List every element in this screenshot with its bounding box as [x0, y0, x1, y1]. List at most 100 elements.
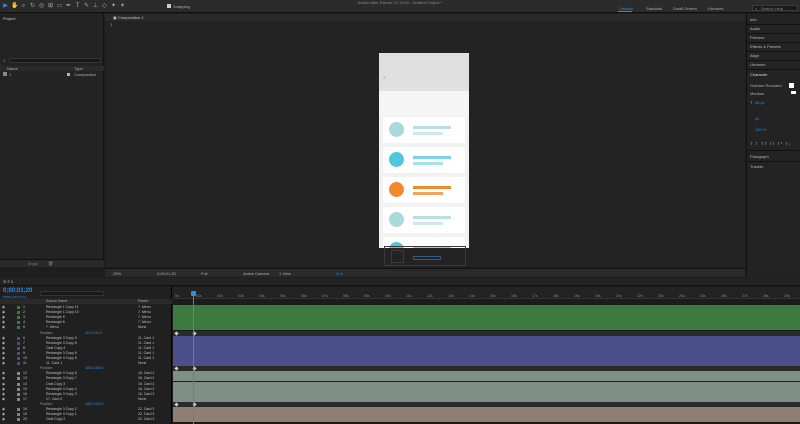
resolution-dropdown[interactable]: Full [201, 271, 207, 276]
label-color-chip[interactable] [17, 351, 20, 355]
panel-info[interactable]: Info [750, 17, 757, 22]
roto-tool-icon[interactable]: ✦ [110, 2, 117, 10]
workspace-small-screen[interactable]: Small Screen [673, 6, 697, 11]
label-color-chip[interactable] [17, 387, 20, 391]
panel-effects-presets[interactable]: Effects & Presets [750, 44, 781, 49]
label-color-chip[interactable] [17, 377, 20, 381]
font-family-dropdown[interactable]: Gotham Rounded [750, 83, 782, 88]
label-color-chip[interactable] [17, 372, 20, 376]
pen-tool-icon[interactable]: ✒ [65, 2, 72, 10]
source-name-header[interactable]: Source Name [46, 299, 67, 303]
faux-styles-row[interactable]: T T TT Tt T¹ T₁ [750, 141, 791, 146]
font-size-value[interactable]: 48 px [755, 100, 765, 105]
label-color-chip[interactable] [17, 336, 20, 340]
keyframe-icon[interactable] [174, 366, 179, 371]
selection-tool-icon[interactable]: ▶ [2, 2, 9, 10]
font-style-dropdown[interactable]: Medium [750, 91, 764, 96]
panel-character[interactable]: Character [750, 72, 768, 77]
workspace-libraries[interactable]: Libraries [708, 6, 723, 11]
panel-align[interactable]: Align [750, 53, 759, 58]
pan-behind-tool-icon[interactable]: ⊞ [47, 2, 54, 10]
panel-preview[interactable]: Preview [750, 35, 764, 40]
camera-tool-icon[interactable]: ◎ [38, 2, 45, 10]
ruler-tick-label: 17s [532, 294, 538, 298]
label-color-chip[interactable] [17, 326, 20, 330]
ruler-tick-label: 05s [280, 294, 286, 298]
ruler-tick-label: 18s [553, 294, 559, 298]
timeline-tab[interactable]: ✕ ≡ 1 [3, 279, 13, 284]
shape-tool-icon[interactable]: ▭ [56, 2, 63, 10]
ruler-tick-label: 19s [574, 294, 580, 298]
playhead-line [193, 291, 194, 424]
project-item[interactable]: 1 Composition [0, 72, 104, 77]
trash-icon[interactable]: 🗑 [48, 261, 53, 266]
mockup-card [383, 117, 465, 143]
ruler-tick-label: 11s [406, 294, 412, 298]
zoom-tool-icon[interactable]: ⌕ [20, 2, 27, 10]
label-color-chip[interactable] [17, 408, 20, 411]
puppet-tool-icon[interactable]: ✶ [119, 2, 126, 10]
text-tool-icon[interactable]: T [74, 2, 81, 10]
keyframe-icon[interactable] [174, 330, 179, 336]
label-color-chip[interactable] [17, 418, 20, 422]
label-color-chip[interactable] [17, 311, 20, 315]
label-color-chip[interactable] [17, 382, 20, 386]
ruler-tick-label: 15s [490, 294, 496, 298]
panel-audio[interactable]: Audio [750, 26, 760, 31]
leading-unit[interactable]: px [755, 116, 759, 121]
hand-tool-icon[interactable]: ✋ [11, 2, 18, 10]
card-subtitle-bar [413, 162, 443, 165]
rotate-tool-icon[interactable]: ↻ [29, 2, 36, 10]
viewer-timecode[interactable]: 0;00;01;20 [157, 271, 176, 276]
panel-paragraph[interactable]: Paragraph [750, 154, 769, 159]
fill-color-swatch[interactable] [789, 83, 794, 88]
label-color-chip[interactable] [17, 321, 20, 325]
layer-name[interactable]: Oval Copy 2 [46, 417, 65, 422]
label-color-chip[interactable] [17, 357, 20, 360]
timeline-search-input[interactable] [40, 291, 104, 296]
project-panel-title[interactable]: Project [3, 16, 15, 21]
timeline-current-time[interactable]: 0;00;01;20 [3, 288, 32, 294]
stroke-color-swatch[interactable] [791, 91, 796, 94]
ruler-tick-label: 20s [595, 294, 601, 298]
project-panel: Project ⌕ Name Type 1 Composition 8 bpc … [0, 14, 104, 267]
exposure-value[interactable]: +0.0 [335, 271, 343, 276]
playhead-handle[interactable] [191, 291, 196, 296]
brush-tool-icon[interactable]: ✎ [83, 2, 90, 10]
card-avatar [389, 152, 404, 167]
stamp-tool-icon[interactable]: ⊥ [92, 2, 99, 10]
label-color-chip[interactable] [17, 392, 20, 396]
type-column-header[interactable]: Type [74, 66, 83, 71]
tracking-value[interactable]: 100 % [755, 127, 766, 132]
parent-dropdown[interactable]: 22. Card 3 [138, 417, 154, 422]
workspace-standard[interactable]: Standard [646, 6, 662, 11]
label-color-chip[interactable] [17, 306, 20, 309]
label-color-chip[interactable] [17, 413, 20, 417]
name-column-header[interactable]: Name [7, 66, 18, 71]
search-help-input[interactable]: ⌕ Search Help [752, 5, 798, 11]
panel-libraries[interactable]: Libraries [750, 62, 765, 67]
visibility-eye-icon[interactable]: ◉ [2, 417, 6, 422]
phone-mockup[interactable]: ≡ [379, 53, 469, 248]
label-color-chip[interactable] [17, 362, 20, 366]
label-color-chip[interactable] [17, 346, 20, 350]
label-color-chip[interactable] [17, 341, 20, 345]
parent-header[interactable]: Parent [138, 299, 148, 303]
composition-tab[interactable]: ▣ Composition 1 [113, 15, 143, 20]
label-color-chip[interactable] [17, 397, 20, 401]
layer-row[interactable]: ◉ 20 Oval Copy 2 22. Card 3 [0, 417, 172, 422]
camera-dropdown[interactable]: Active Camera [243, 271, 269, 276]
label-color-chip[interactable] [67, 73, 70, 76]
bpc-label[interactable]: 8 bpc [28, 261, 38, 266]
viewer-controls-bar: 25% 0;00;01;20 Full Active Camera 1 View… [105, 268, 745, 277]
label-color-chip[interactable] [17, 316, 20, 320]
snapping-checkbox[interactable] [167, 4, 171, 8]
layer-duration-bar[interactable] [173, 417, 800, 423]
keyframe-icon[interactable] [174, 402, 179, 407]
panel-tracker[interactable]: Tracker [750, 164, 763, 169]
magnification-dropdown[interactable]: 25% [113, 271, 121, 276]
project-search-input[interactable] [9, 58, 101, 63]
eraser-tool-icon[interactable]: ◇ [101, 2, 108, 10]
views-dropdown[interactable]: 1 View [279, 271, 291, 276]
composition-subtab[interactable]: 1 [110, 22, 112, 27]
